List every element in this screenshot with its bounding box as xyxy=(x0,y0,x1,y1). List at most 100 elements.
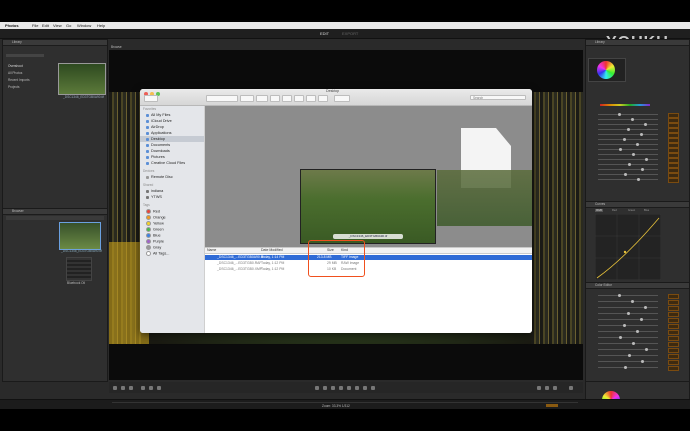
file-row-tif[interactable]: _DSC1346_...ED3TGB0A90.tif Today, 1:14 P… xyxy=(205,255,532,260)
curve-tab-red[interactable]: Red xyxy=(612,209,617,212)
sidebar-item-indiana[interactable]: indiana xyxy=(146,189,163,193)
menu-window[interactable]: Window xyxy=(77,22,91,29)
slider-knob[interactable] xyxy=(628,163,631,166)
slider-value-field[interactable] xyxy=(668,330,679,335)
slider-value-field[interactable] xyxy=(668,366,679,371)
adjustment-slider[interactable] xyxy=(598,153,658,156)
sidebar-item-airdrop[interactable]: AirDrop xyxy=(146,125,164,129)
last-icon[interactable] xyxy=(363,386,367,390)
adjustment-slider[interactable] xyxy=(598,133,658,136)
prev-icon[interactable] xyxy=(323,386,327,390)
slider-knob[interactable] xyxy=(645,158,648,161)
adjustment-slider[interactable] xyxy=(598,354,658,357)
menu-help[interactable]: Help xyxy=(97,22,105,29)
slider-knob[interactable] xyxy=(636,330,639,333)
compare-icon[interactable] xyxy=(121,386,125,390)
sidebar-tag-item[interactable]: Red xyxy=(146,209,160,214)
slider-knob[interactable] xyxy=(636,143,639,146)
slider-knob[interactable] xyxy=(640,318,643,321)
sidebar-item-downloads[interactable]: Downloads xyxy=(146,149,170,153)
slider-value-field[interactable] xyxy=(668,178,679,183)
slider-knob[interactable] xyxy=(632,153,635,156)
tab-export[interactable]: EXPORT xyxy=(342,31,358,36)
slider-knob[interactable] xyxy=(623,324,626,327)
color-balance-wheel[interactable] xyxy=(588,58,626,82)
slider-knob[interactable] xyxy=(627,128,630,131)
adjustment-slider[interactable] xyxy=(598,158,658,161)
rewind-icon[interactable] xyxy=(331,386,335,390)
adjustment-slider[interactable] xyxy=(598,336,658,339)
adjustment-slider[interactable] xyxy=(598,118,658,121)
adjustment-slider[interactable] xyxy=(598,294,658,297)
info-icon[interactable] xyxy=(294,95,304,102)
sidebar-item-remote-disc[interactable]: Remote Disc xyxy=(146,175,173,179)
menu-go[interactable]: Go xyxy=(66,22,71,29)
slider-value-field[interactable] xyxy=(668,312,679,317)
slider-value-field[interactable] xyxy=(668,348,679,353)
slider-knob[interactable] xyxy=(631,118,634,121)
slider-knob[interactable] xyxy=(619,336,622,339)
adjustment-slider[interactable] xyxy=(598,348,658,351)
adjustment-slider[interactable] xyxy=(598,324,658,327)
slider-knob[interactable] xyxy=(627,312,630,315)
back-forward-buttons[interactable] xyxy=(144,95,158,102)
adjustment-slider[interactable] xyxy=(598,113,658,116)
browser-thumb-doc[interactable] xyxy=(66,257,92,281)
adjustment-slider[interactable] xyxy=(598,330,658,333)
slider-value-field[interactable] xyxy=(668,318,679,323)
play-icon[interactable] xyxy=(339,386,343,390)
slider-knob[interactable] xyxy=(637,178,640,181)
sidebar-item-documents[interactable]: Documents xyxy=(146,143,170,147)
pick-icon[interactable] xyxy=(157,386,161,390)
browser-thumb-selected[interactable] xyxy=(59,222,101,250)
slider-value-field[interactable] xyxy=(668,360,679,365)
sidebar-item-creative-cloud[interactable]: Creative Cloud Files xyxy=(146,161,185,165)
sidebar-tag-item[interactable]: Purple xyxy=(146,239,164,244)
sidebar-item-all-my-files[interactable]: All My Files xyxy=(146,113,170,117)
preview-image[interactable] xyxy=(300,169,436,244)
settings-icon[interactable] xyxy=(569,386,573,390)
sidebar-tag-item[interactable]: Green xyxy=(146,227,164,232)
slider-value-field[interactable] xyxy=(668,354,679,359)
adjustment-slider[interactable] xyxy=(598,143,658,146)
crop-icon[interactable] xyxy=(129,386,133,390)
adjustment-slider[interactable] xyxy=(598,342,658,345)
adjustment-slider[interactable] xyxy=(598,300,658,303)
sidebar-tag-item[interactable]: Orange xyxy=(146,215,166,220)
slider-value-field[interactable] xyxy=(668,306,679,311)
search-input[interactable] xyxy=(470,95,526,100)
adjustment-slider[interactable] xyxy=(598,128,658,131)
dropbox-icon[interactable] xyxy=(318,95,328,102)
adjustment-slider[interactable] xyxy=(598,138,658,141)
sidebar-item-applications[interactable]: Applications xyxy=(146,131,171,135)
slider-value-field[interactable] xyxy=(668,294,679,299)
slider-value-field[interactable] xyxy=(668,342,679,347)
sidebar-tag-item[interactable]: All Tags... xyxy=(146,251,169,256)
adjustment-slider[interactable] xyxy=(598,318,658,321)
next-icon[interactable] xyxy=(355,386,359,390)
menu-view[interactable]: View xyxy=(53,22,62,29)
adjustment-slider[interactable] xyxy=(598,168,658,171)
folder-projects[interactable]: Projects xyxy=(8,85,20,89)
tab-edit[interactable]: EDIT xyxy=(320,31,329,36)
forward-icon[interactable] xyxy=(347,386,351,390)
file-row-raf[interactable]: _DSC1346_...ED3TGB0.RAF Today, 1:12 PM 2… xyxy=(205,261,532,266)
sidebar-item-icloud-drive[interactable]: iCloud Drive xyxy=(146,119,172,123)
first-icon[interactable] xyxy=(315,386,319,390)
tag-button[interactable] xyxy=(282,95,292,102)
folder-overshoot[interactable]: Overshoot xyxy=(8,64,23,68)
grid-icon[interactable] xyxy=(113,386,117,390)
adjustment-slider[interactable] xyxy=(598,123,658,126)
more-button[interactable] xyxy=(334,95,350,102)
folder-all-photos[interactable]: All Photos xyxy=(8,71,22,75)
app-menu[interactable]: Photos xyxy=(5,22,19,29)
arrange-button[interactable] xyxy=(240,95,254,102)
slider-value-field[interactable] xyxy=(668,300,679,305)
sidebar-item-desktop[interactable]: Desktop xyxy=(146,137,165,141)
slider-knob[interactable] xyxy=(631,300,634,303)
slider-knob[interactable] xyxy=(644,123,647,126)
loop-icon[interactable] xyxy=(371,386,375,390)
flag-icon[interactable] xyxy=(149,386,153,390)
slider-value-field[interactable] xyxy=(668,336,679,341)
slider-knob[interactable] xyxy=(645,348,648,351)
